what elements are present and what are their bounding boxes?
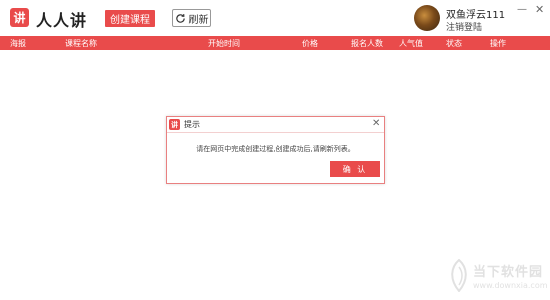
- dialog-logo: 讲: [169, 119, 180, 130]
- course-table-header: 海报 课程名称 开始时间 价格 报名人数 人气值 状态 操作: [0, 36, 550, 50]
- app-window: 讲 人人讲 创建课程 刷新 双鱼浮云111 注销登陆 — ✕ 海报 课程名称 开…: [0, 0, 550, 300]
- dialog-title-bar: 讲 提示 ✕: [167, 117, 384, 133]
- username: 双鱼浮云111: [446, 10, 506, 21]
- dialog-message: 请在网页中完成创建过程,创建成功后,请刷新列表。: [196, 145, 355, 153]
- column-header-status: 状态: [446, 39, 462, 48]
- column-header-start-time: 开始时间: [208, 39, 240, 48]
- dialog-close-icon[interactable]: ✕: [372, 118, 380, 129]
- column-header-price: 价格: [302, 39, 318, 48]
- watermark-url: www.downxia.com: [473, 281, 548, 290]
- refresh-label: 刷新: [188, 14, 209, 26]
- dialog-title: 提示: [184, 120, 200, 129]
- column-header-actions: 操作: [490, 39, 506, 48]
- create-course-button[interactable]: 创建课程: [105, 10, 155, 27]
- column-header-course-name: 课程名称: [65, 39, 97, 48]
- column-header-poster: 海报: [10, 39, 26, 48]
- confirm-button[interactable]: 确 认: [330, 161, 380, 177]
- app-logo: 讲: [10, 8, 29, 27]
- logout-link[interactable]: 注销登陆: [446, 20, 482, 33]
- avatar[interactable]: [414, 5, 440, 31]
- watermark: 当下软件园 www.downxia.com: [447, 259, 548, 295]
- app-name: 人人讲: [36, 11, 88, 30]
- prompt-dialog: 讲 提示 ✕ 请在网页中完成创建过程,创建成功后,请刷新列表。 确 认: [166, 116, 385, 184]
- top-bar: 讲 人人讲 创建课程 刷新 双鱼浮云111 注销登陆 — ✕: [0, 0, 550, 36]
- minimize-icon[interactable]: —: [517, 4, 527, 15]
- column-header-popularity: 人气值: [399, 39, 423, 48]
- refresh-button[interactable]: 刷新: [172, 9, 211, 27]
- watermark-logo-icon: [451, 259, 467, 292]
- watermark-name: 当下软件园: [473, 265, 544, 280]
- refresh-icon: [175, 13, 185, 23]
- close-icon[interactable]: ✕: [535, 3, 544, 16]
- column-header-enrollment: 报名人数: [351, 39, 383, 48]
